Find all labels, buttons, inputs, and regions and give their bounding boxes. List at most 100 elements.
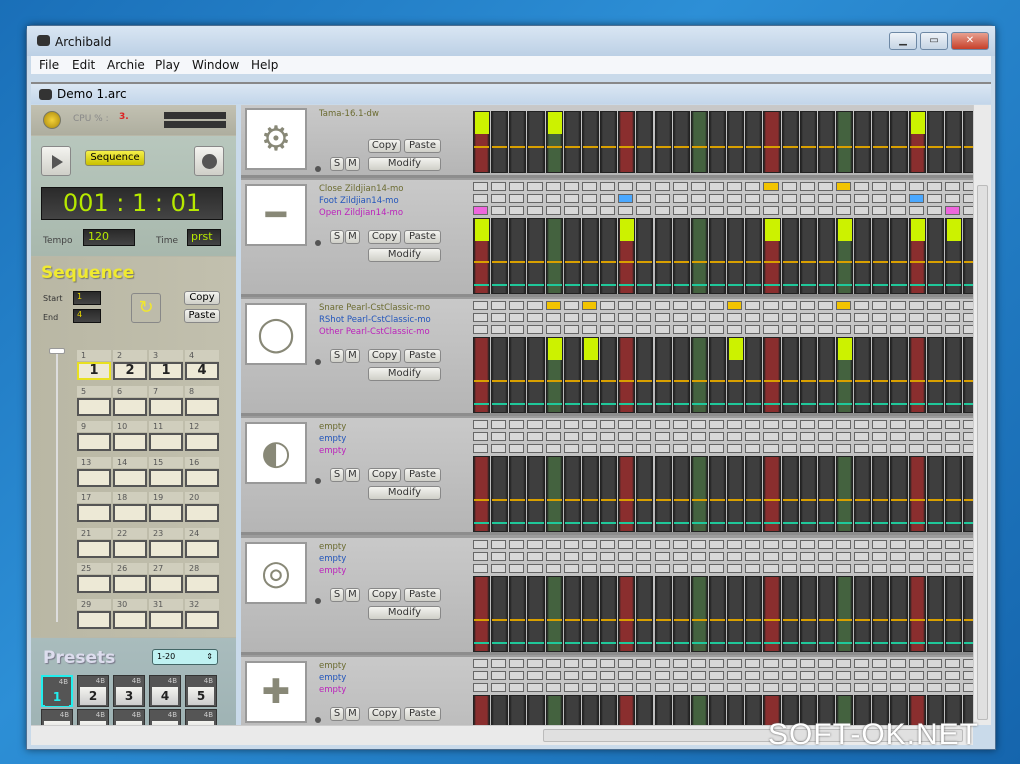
step-off[interactable] [527, 552, 543, 561]
step-off[interactable] [672, 301, 688, 310]
velocity-column[interactable] [836, 111, 854, 173]
velocity-column[interactable] [745, 218, 763, 294]
velocity-column[interactable] [600, 111, 618, 173]
velocity-column[interactable] [690, 695, 708, 725]
step-off[interactable] [636, 659, 652, 668]
step-off[interactable] [600, 313, 616, 322]
preset-button[interactable]: 4B8 [113, 709, 145, 725]
step-off[interactable] [854, 194, 870, 203]
velocity-column[interactable] [926, 456, 944, 532]
velocity-hit[interactable] [475, 219, 490, 241]
velocity-column[interactable] [600, 337, 618, 413]
velocity-column[interactable] [926, 111, 944, 173]
velocity-column[interactable] [491, 111, 509, 173]
step-off[interactable] [581, 432, 598, 441]
step-off[interactable] [509, 564, 525, 573]
start-field[interactable]: 1 [73, 291, 101, 305]
velocity-column[interactable] [545, 456, 563, 532]
step-off[interactable] [854, 420, 870, 429]
step-off[interactable] [926, 182, 942, 191]
end-field[interactable]: 4 [73, 309, 101, 323]
step-off[interactable] [509, 659, 525, 668]
sequence-slot[interactable] [149, 575, 183, 593]
velocity-column[interactable] [926, 576, 944, 652]
velocity-column[interactable] [727, 695, 745, 725]
step-off[interactable] [963, 552, 973, 561]
paste-button[interactable]: Paste [404, 139, 441, 153]
velocity-column[interactable] [908, 456, 926, 532]
step-off[interactable] [763, 420, 779, 429]
step-off[interactable] [527, 683, 543, 692]
velocity-column[interactable] [509, 111, 527, 173]
velocity-column[interactable] [836, 456, 854, 532]
velocity-column[interactable] [563, 337, 581, 413]
step-off[interactable] [817, 206, 833, 215]
step-off[interactable] [618, 206, 634, 215]
velocity-column[interactable] [527, 111, 545, 173]
step-off[interactable] [872, 564, 888, 573]
velocity-column[interactable] [636, 695, 654, 725]
sequence-slot[interactable] [185, 468, 219, 487]
step-off[interactable] [545, 444, 561, 453]
step-off[interactable] [672, 659, 688, 668]
copy-button[interactable]: Copy [368, 707, 401, 721]
step-off[interactable] [854, 432, 870, 441]
paste-button[interactable]: Paste [404, 468, 441, 482]
velocity-column[interactable] [581, 456, 600, 532]
step-off[interactable] [963, 206, 973, 215]
velocity-column[interactable] [799, 111, 817, 173]
step-off[interactable] [636, 540, 652, 549]
velocity-column[interactable] [618, 111, 636, 173]
step-off[interactable] [708, 671, 725, 680]
step-off[interactable] [745, 182, 761, 191]
step-off[interactable] [618, 301, 634, 310]
step-off[interactable] [890, 420, 906, 429]
paste-button[interactable]: Paste [404, 707, 441, 721]
velocity-column[interactable] [708, 218, 727, 294]
velocity-column[interactable] [563, 456, 581, 532]
step-off[interactable] [527, 432, 543, 441]
step-off[interactable] [636, 564, 652, 573]
velocity-column[interactable] [963, 337, 973, 413]
step-off[interactable] [963, 313, 973, 322]
step-off[interactable] [672, 671, 688, 680]
sound-name[interactable]: RShot Pearl-CstClassic-mo [319, 315, 431, 325]
step-off[interactable] [890, 540, 906, 549]
step-off[interactable] [872, 552, 888, 561]
step-off[interactable] [963, 683, 973, 692]
step-off[interactable] [836, 313, 852, 322]
step-off[interactable] [545, 325, 561, 334]
sequence-slot[interactable] [113, 575, 147, 593]
step-off[interactable] [799, 683, 815, 692]
velocity-column[interactable] [527, 695, 545, 725]
velocity-column[interactable] [708, 337, 727, 413]
velocity-hit[interactable] [547, 338, 562, 360]
step-off[interactable] [491, 206, 507, 215]
sequence-slot[interactable]: 2 [113, 362, 147, 380]
velocity-column[interactable] [600, 695, 618, 725]
step-off[interactable] [799, 540, 815, 549]
velocity-column[interactable] [890, 456, 908, 532]
step-off[interactable] [817, 313, 833, 322]
velocity-column[interactable] [763, 111, 781, 173]
step-off[interactable] [799, 325, 815, 334]
solo-button[interactable]: S [330, 588, 344, 602]
step-off[interactable] [690, 301, 706, 310]
step-off[interactable] [836, 564, 852, 573]
step-off[interactable] [763, 194, 779, 203]
solo-button[interactable]: S [330, 230, 344, 244]
velocity-column[interactable] [872, 111, 890, 173]
step-off[interactable] [527, 194, 543, 203]
velocity-column[interactable] [745, 695, 763, 725]
step-off[interactable] [473, 301, 489, 310]
step-off[interactable] [872, 683, 888, 692]
step-off[interactable] [509, 301, 525, 310]
step-off[interactable] [727, 444, 743, 453]
step-off[interactable] [654, 540, 670, 549]
step-off[interactable] [763, 683, 779, 692]
velocity-column[interactable] [908, 111, 926, 173]
sequence-slot[interactable] [113, 433, 147, 451]
velocity-column[interactable] [872, 576, 890, 652]
step-off[interactable] [763, 206, 779, 215]
velocity-column[interactable] [799, 218, 817, 294]
